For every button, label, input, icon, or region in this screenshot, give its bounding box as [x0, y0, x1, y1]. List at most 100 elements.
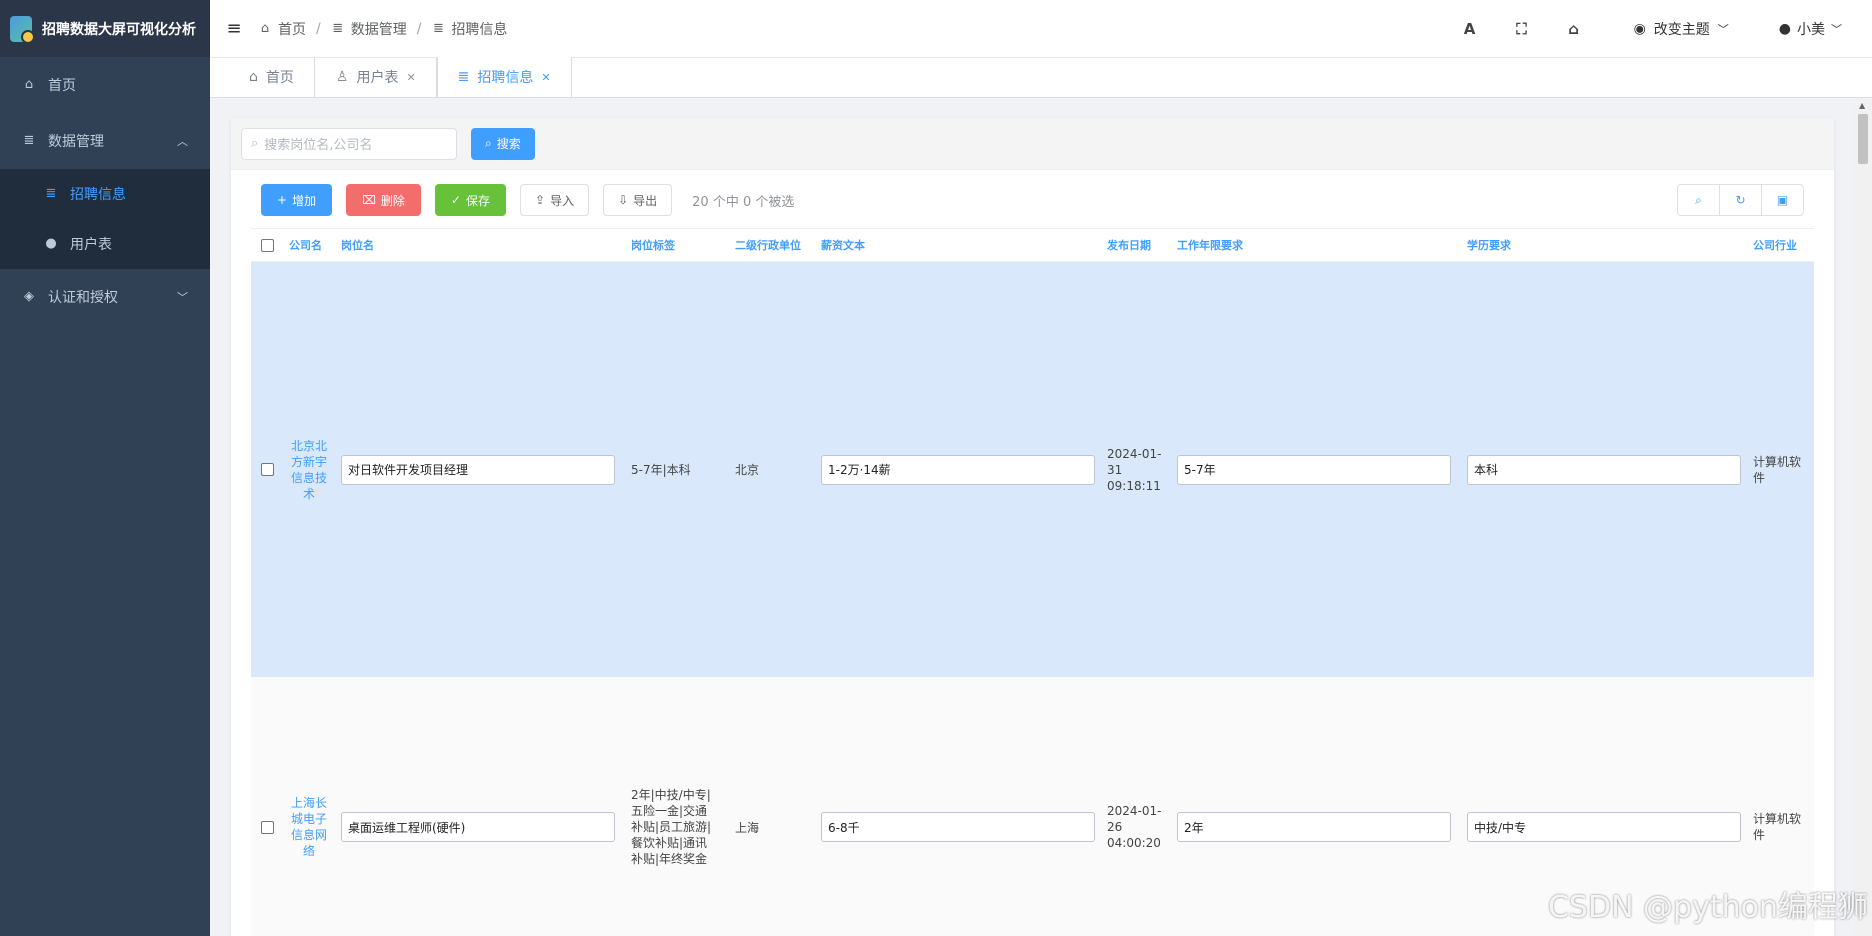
export-button-label: 导出 [633, 193, 658, 208]
area-cell: 北京 [735, 463, 760, 477]
data-table: 公司名 岗位名 岗位标签 二级行政单位 薪资文本 发布日期 工作年限要求 学历要… [251, 228, 1814, 936]
logo-icon [10, 15, 35, 44]
select-all-cell [251, 238, 285, 252]
sidebar-item-label: 认证和授权 [48, 290, 118, 306]
search-bar: ⌕ 搜索岗位名,公司名 ⌕ 搜索 [231, 118, 1834, 170]
salary-input[interactable]: 6-8千 [821, 812, 1095, 842]
company-link[interactable]: 北京北方新宇信息技术 [285, 438, 333, 502]
breadcrumb-item[interactable]: 数据管理 [351, 19, 407, 39]
salary-cell: 6-8千 [813, 812, 1103, 842]
table-tools: ⌕ ↻ ▣ [1677, 184, 1804, 216]
theme-label: 改变主题 [1653, 21, 1710, 38]
position-input[interactable]: 对日软件开发项目经理 [341, 454, 615, 485]
experience-cell: 2年 [1169, 812, 1459, 842]
column-header[interactable]: 发布日期 [1103, 237, 1169, 253]
sidebar-item-auth[interactable]: ◈ 认证和授权 ﹀ [0, 269, 210, 325]
user-name: 小美 [1797, 21, 1825, 38]
close-icon[interactable]: ✕ [406, 71, 415, 84]
table-header: 公司名 岗位名 岗位标签 二级行政单位 薪资文本 发布日期 工作年限要求 学历要… [251, 228, 1814, 262]
sidebar-item-recruitment-info[interactable]: ≣ 招聘信息 [0, 169, 210, 219]
experience-cell: 5-7年 [1169, 454, 1459, 485]
education-input[interactable]: 中技/中专 [1467, 812, 1741, 842]
tags-bar: ⌂ 首页 ♙ 用户表 ✕ ≣ 招聘信息 ✕ [210, 57, 1872, 98]
search-icon: ⌕ [485, 136, 492, 150]
sidebar-item-users[interactable]: ● 用户表 [0, 219, 210, 269]
user-icon: ● [1778, 20, 1791, 37]
import-button-label: 导入 [550, 193, 575, 208]
scrollbar-thumb[interactable] [1858, 114, 1868, 164]
tab-users[interactable]: ♙ 用户表 ✕ [315, 57, 437, 97]
scroll-up-icon[interactable]: ▲ [1859, 101, 1865, 110]
salary-cell: 1-2万·14薪 [813, 454, 1103, 485]
database-icon: ≣ [45, 186, 57, 201]
select-all-checkbox[interactable] [261, 238, 274, 252]
breadcrumb-separator: / [316, 20, 321, 37]
database-icon: ≣ [432, 20, 444, 36]
search-placeholder: 搜索岗位名,公司名 [264, 138, 373, 153]
education-cell: 中技/中专 [1459, 812, 1749, 842]
add-button[interactable]: + 增加 [261, 184, 333, 216]
home-icon: ⌂ [24, 77, 34, 92]
font-size-icon[interactable]: A [1444, 20, 1496, 38]
search-input[interactable]: ⌕ 搜索岗位名,公司名 [241, 127, 457, 160]
search-button-label: 搜索 [496, 137, 521, 151]
date-cell: 2024-01-26 04:00:20 [1107, 804, 1162, 850]
column-header[interactable]: 工作年限要求 [1169, 237, 1459, 253]
main-card: ⌕ 搜索岗位名,公司名 ⌕ 搜索 + 增加 ⌧ 删除 ✓ 保存 ⇪ 导入 ⇩ 导… [231, 118, 1834, 936]
position-input[interactable]: 桌面运维工程师(硬件) [341, 812, 615, 842]
fullscreen-icon[interactable]: ⛶ [1496, 20, 1548, 38]
breadcrumb-item[interactable]: 首页 [278, 19, 306, 39]
search-button[interactable]: ⌕ 搜索 [471, 127, 535, 160]
trash-icon: ⌧ [362, 193, 376, 207]
columns-icon[interactable]: ▣ [1761, 184, 1804, 216]
check-circle-icon: ✓ [450, 193, 461, 207]
search-toggle-icon[interactable]: ⌕ [1677, 184, 1720, 216]
save-button-label: 保存 [465, 193, 490, 208]
experience-input[interactable]: 2年 [1177, 812, 1451, 842]
hamburger-menu-icon[interactable]: ≡ [210, 18, 258, 39]
company-link[interactable]: 上海长城电子信息网络 [285, 795, 333, 859]
row-select-cell [251, 463, 285, 476]
tab-recruitment-info[interactable]: ≣ 招聘信息 ✕ [436, 57, 572, 97]
tab-home[interactable]: ⌂ 首页 [228, 57, 315, 97]
education-input[interactable]: 本科 [1467, 454, 1741, 485]
toolbar: + 增加 ⌧ 删除 ✓ 保存 ⇪ 导入 ⇩ 导出 20 个中 0 个被选 ⌕ ↻… [231, 170, 1834, 230]
sidebar-item-data-management[interactable]: ≣ 数据管理 ︿ [0, 113, 210, 169]
column-header[interactable]: 岗位名 [333, 237, 623, 253]
column-header[interactable]: 岗位标签 [623, 237, 727, 253]
palette-icon: ◉ [1633, 20, 1646, 37]
sidebar-item-home[interactable]: ⌂ 首页 [0, 57, 210, 113]
experience-input[interactable]: 5-7年 [1177, 454, 1451, 485]
import-button[interactable]: ⇪ 导入 [520, 184, 590, 216]
download-icon: ⇩ [618, 193, 629, 207]
tab-label: 用户表 [356, 70, 399, 86]
page-scrollbar[interactable]: ▲ [1854, 98, 1872, 936]
industry-cell: 计算机软件 [1753, 454, 1802, 485]
column-header[interactable]: 薪资文本 [813, 237, 1103, 253]
close-icon[interactable]: ✕ [541, 71, 550, 84]
home-icon[interactable]: ⌂ [1548, 20, 1600, 38]
column-header[interactable]: 公司名 [285, 237, 333, 253]
column-header[interactable]: 学历要求 [1459, 237, 1749, 253]
industry-cell: 计算机软件 [1753, 812, 1802, 842]
user-dropdown[interactable]: ● 小美 ﹀ [1779, 19, 1842, 39]
sidebar-item-label: 用户表 [70, 237, 112, 253]
education-cell: 本科 [1459, 454, 1749, 485]
tags-cell: 2年|中技/中专|五险一金|交通补贴|员工旅游|餐饮补贴|通讯补贴|年终奖金 [631, 788, 712, 866]
row-checkbox[interactable] [261, 463, 274, 476]
salary-input[interactable]: 1-2万·14薪 [821, 454, 1095, 485]
table-row[interactable]: 北京北方新宇信息技术 对日软件开发项目经理 5-7年|本科 北京 1-2万·14… [251, 262, 1814, 677]
save-button[interactable]: ✓ 保存 [434, 184, 506, 216]
header-actions: A ⛶ ⌂ ◉ 改变主题 ﹀ ● 小美 ﹀ [1444, 0, 1872, 57]
delete-button[interactable]: ⌧ 删除 [346, 184, 421, 216]
column-header[interactable]: 二级行政单位 [727, 237, 813, 253]
tab-label: 首页 [265, 70, 294, 86]
tab-label: 招聘信息 [477, 70, 534, 86]
refresh-icon[interactable]: ↻ [1719, 184, 1762, 216]
theme-dropdown[interactable]: ◉ 改变主题 ﹀ [1634, 19, 1729, 39]
column-header[interactable]: 公司行业 [1749, 237, 1814, 253]
area-cell: 上海 [735, 820, 760, 835]
sidebar-item-label: 首页 [48, 78, 76, 94]
row-checkbox[interactable] [261, 820, 274, 834]
export-button[interactable]: ⇩ 导出 [603, 184, 673, 216]
